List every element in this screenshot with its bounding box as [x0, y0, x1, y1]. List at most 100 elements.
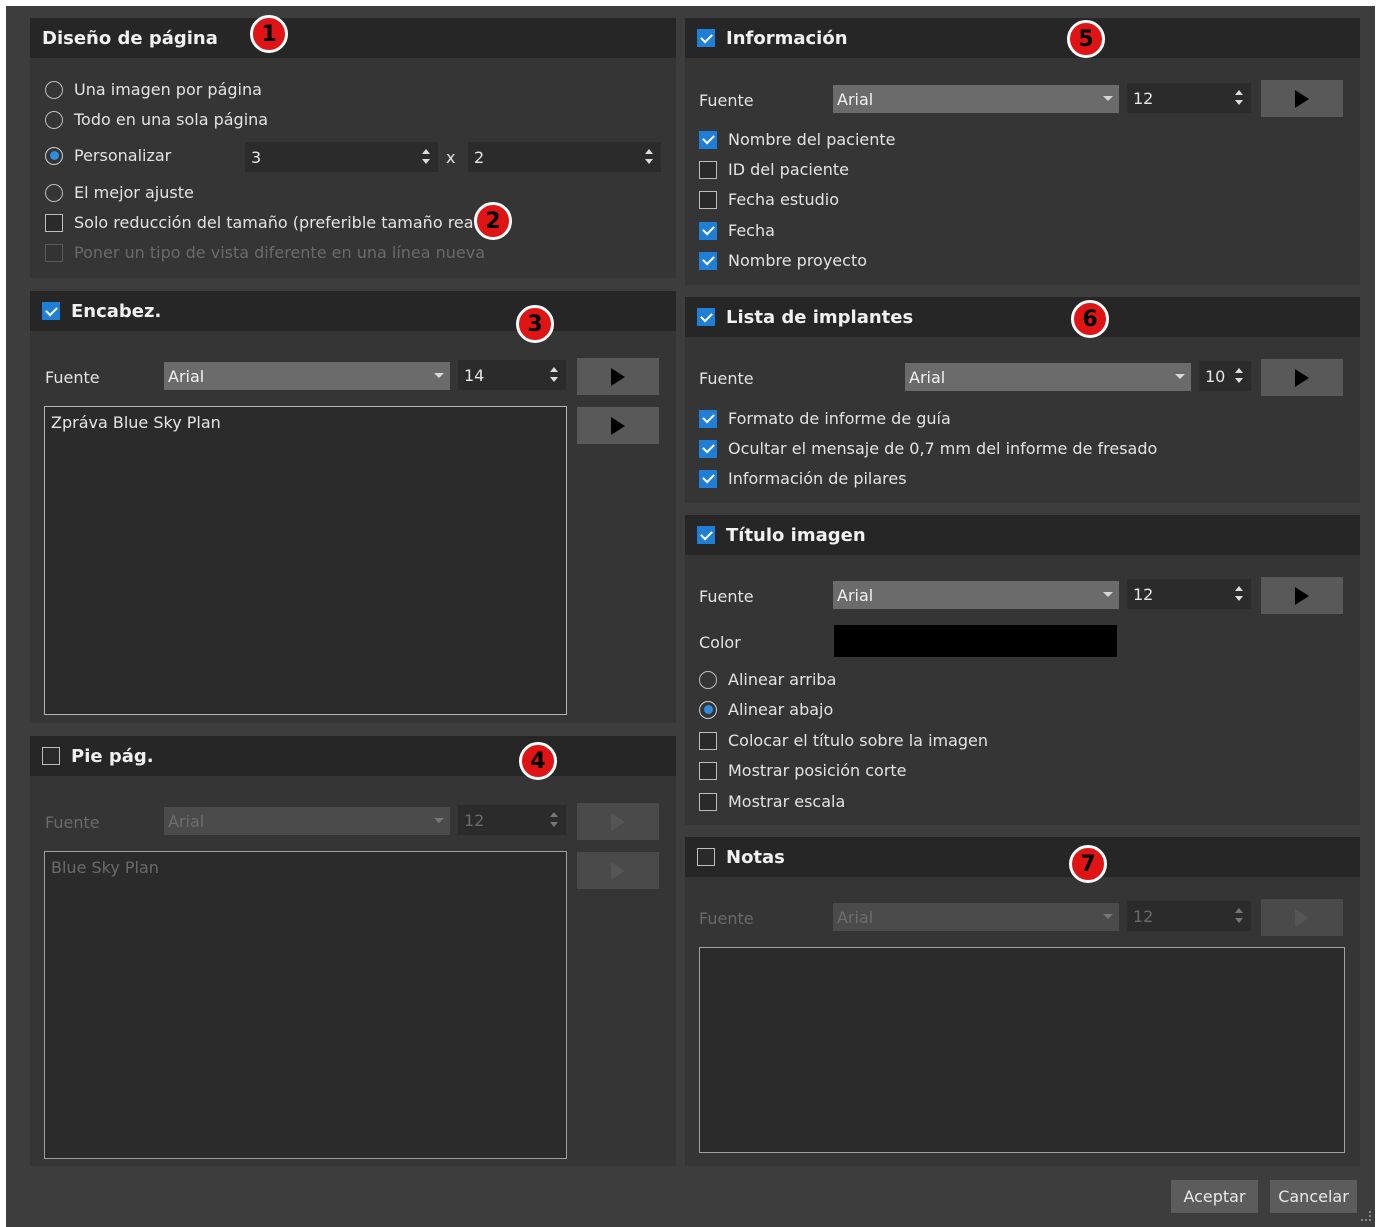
- header-text-play-button[interactable]: [577, 407, 659, 444]
- checkbox-icon[interactable]: [699, 792, 717, 811]
- times-label: x: [446, 148, 456, 167]
- spin-value: 2: [474, 147, 485, 167]
- header-size-spinbox[interactable]: 14: [458, 360, 566, 390]
- radio-one-per-page[interactable]: Una imagen por página: [45, 80, 262, 99]
- checkbox-icon[interactable]: [45, 213, 63, 232]
- spin-down-icon[interactable]: [550, 377, 558, 382]
- callout-badge-7: 7: [1069, 845, 1107, 883]
- checkbox-label: Información de pilares: [728, 469, 907, 488]
- chevron-down-icon[interactable]: [1103, 592, 1113, 597]
- spin-up-icon[interactable]: [550, 367, 558, 372]
- information-font-select[interactable]: Arial: [833, 85, 1119, 113]
- checkbox-label: Nombre proyecto: [728, 251, 867, 270]
- information-enable-checkbox[interactable]: [697, 29, 715, 47]
- image-title-font-select[interactable]: Arial: [833, 581, 1119, 609]
- callout-badge-6: 6: [1071, 300, 1109, 338]
- header-enable-checkbox[interactable]: [42, 302, 60, 320]
- header-text-area[interactable]: Zpráva Blue Sky Plan: [44, 406, 567, 715]
- radio-all-one-page[interactable]: Todo en una sola página: [45, 110, 268, 129]
- play-icon: [1295, 586, 1309, 605]
- image-title-play-button[interactable]: [1261, 577, 1343, 614]
- combo-value: Arial: [168, 811, 205, 831]
- info-patient-id-checkbox[interactable]: ID del paciente: [699, 160, 849, 179]
- checkbox-icon[interactable]: [699, 409, 717, 428]
- checkbox-icon[interactable]: [699, 469, 717, 488]
- chevron-down-icon[interactable]: [1103, 96, 1113, 101]
- image-title-title: Título imagen: [726, 524, 866, 546]
- implants-size-spinbox[interactable]: 10: [1199, 361, 1251, 391]
- header-text: Zpráva Blue Sky Plan: [51, 413, 221, 432]
- header-font-select[interactable]: Arial: [164, 362, 450, 390]
- information-title: Información: [726, 27, 848, 49]
- checkbox-icon[interactable]: [699, 731, 717, 750]
- spin-down-icon[interactable]: [1235, 100, 1243, 105]
- checkbox-icon[interactable]: [699, 761, 717, 780]
- spin-up-icon[interactable]: [1235, 90, 1243, 95]
- image-title-enable-checkbox[interactable]: [697, 526, 715, 544]
- spin-down-icon[interactable]: [645, 159, 653, 164]
- align-bottom-radio[interactable]: Alinear abajo: [699, 700, 833, 719]
- radio-icon[interactable]: [45, 183, 63, 202]
- checkbox-icon[interactable]: [699, 251, 717, 270]
- checkbox-icon[interactable]: [699, 190, 717, 209]
- spin-value: 12: [1133, 906, 1154, 926]
- information-size-spinbox[interactable]: 12: [1127, 83, 1251, 113]
- implants-enable-checkbox[interactable]: [697, 308, 715, 326]
- spin-down-icon[interactable]: [1235, 378, 1243, 383]
- spin-down-icon[interactable]: [1235, 596, 1243, 601]
- info-patient-name-checkbox[interactable]: Nombre del paciente: [699, 130, 896, 149]
- information-panel: Información Fuente Arial 12 Nombre del p…: [685, 18, 1360, 285]
- checkbox-icon[interactable]: [699, 439, 717, 458]
- callout-badge-3: 3: [516, 305, 554, 343]
- radio-custom[interactable]: Personalizar: [45, 146, 171, 165]
- resize-grip-icon[interactable]: [1361, 1211, 1371, 1221]
- spin-up-icon[interactable]: [1235, 368, 1243, 373]
- info-study-date-checkbox[interactable]: Fecha estudio: [699, 190, 839, 209]
- show-slice-position-checkbox[interactable]: Mostrar posición corte: [699, 761, 907, 780]
- information-play-button[interactable]: [1261, 80, 1343, 117]
- callout-badge-2: 2: [474, 202, 512, 240]
- footer-title: Pie pág.: [71, 745, 154, 767]
- implants-hide-message-checkbox[interactable]: Ocultar el mensaje de 0,7 mm del informe…: [699, 439, 1157, 458]
- show-scale-checkbox[interactable]: Mostrar escala: [699, 792, 845, 811]
- implants-guide-format-checkbox[interactable]: Formato de informe de guía: [699, 409, 951, 428]
- checkbox-label: Fecha estudio: [728, 190, 839, 209]
- radio-icon[interactable]: [45, 80, 63, 99]
- custom-cols-spinbox[interactable]: 3: [245, 142, 438, 172]
- info-date-checkbox[interactable]: Fecha: [699, 221, 775, 240]
- info-project-name-checkbox[interactable]: Nombre proyecto: [699, 251, 867, 270]
- radio-best-fit[interactable]: El mejor ajuste: [45, 183, 194, 202]
- checkbox-icon[interactable]: [699, 130, 717, 149]
- ok-button[interactable]: Aceptar: [1171, 1180, 1258, 1213]
- implants-abutment-info-checkbox[interactable]: Información de pilares: [699, 469, 907, 488]
- footer-text-play-button: [577, 852, 659, 889]
- radio-icon[interactable]: [699, 670, 717, 689]
- checkbox-icon[interactable]: [699, 160, 717, 179]
- custom-rows-spinbox[interactable]: 2: [468, 142, 661, 172]
- play-icon: [611, 416, 625, 435]
- title-over-image-checkbox[interactable]: Colocar el título sobre la imagen: [699, 731, 988, 750]
- image-title-color-swatch[interactable]: [834, 625, 1117, 657]
- radio-icon[interactable]: [45, 110, 63, 129]
- chevron-down-icon[interactable]: [434, 373, 444, 378]
- spin-up-icon[interactable]: [422, 149, 430, 154]
- spin-down-icon[interactable]: [422, 159, 430, 164]
- cancel-button[interactable]: Cancelar: [1270, 1180, 1357, 1213]
- implants-play-button[interactable]: [1261, 359, 1343, 396]
- checkbox-icon[interactable]: [699, 221, 717, 240]
- notes-size-spinbox: 12: [1127, 901, 1251, 931]
- radio-icon[interactable]: [45, 146, 63, 165]
- shrink-only-checkbox[interactable]: Solo reducción del tamaño (preferible ta…: [45, 213, 484, 232]
- implants-font-select[interactable]: Arial: [905, 363, 1191, 391]
- header-panel-header: Encabez.: [30, 291, 676, 331]
- align-top-radio[interactable]: Alinear arriba: [699, 670, 836, 689]
- radio-icon[interactable]: [699, 700, 717, 719]
- chevron-down-icon[interactable]: [1175, 374, 1185, 379]
- notes-enable-checkbox[interactable]: [697, 848, 715, 866]
- image-title-size-spinbox[interactable]: 12: [1127, 579, 1251, 609]
- footer-enable-checkbox[interactable]: [42, 747, 60, 765]
- print-layout-dialog: Diseño de página Una imagen por página T…: [6, 6, 1375, 1227]
- spin-up-icon[interactable]: [645, 149, 653, 154]
- spin-up-icon[interactable]: [1235, 586, 1243, 591]
- header-font-play-button[interactable]: [577, 358, 659, 395]
